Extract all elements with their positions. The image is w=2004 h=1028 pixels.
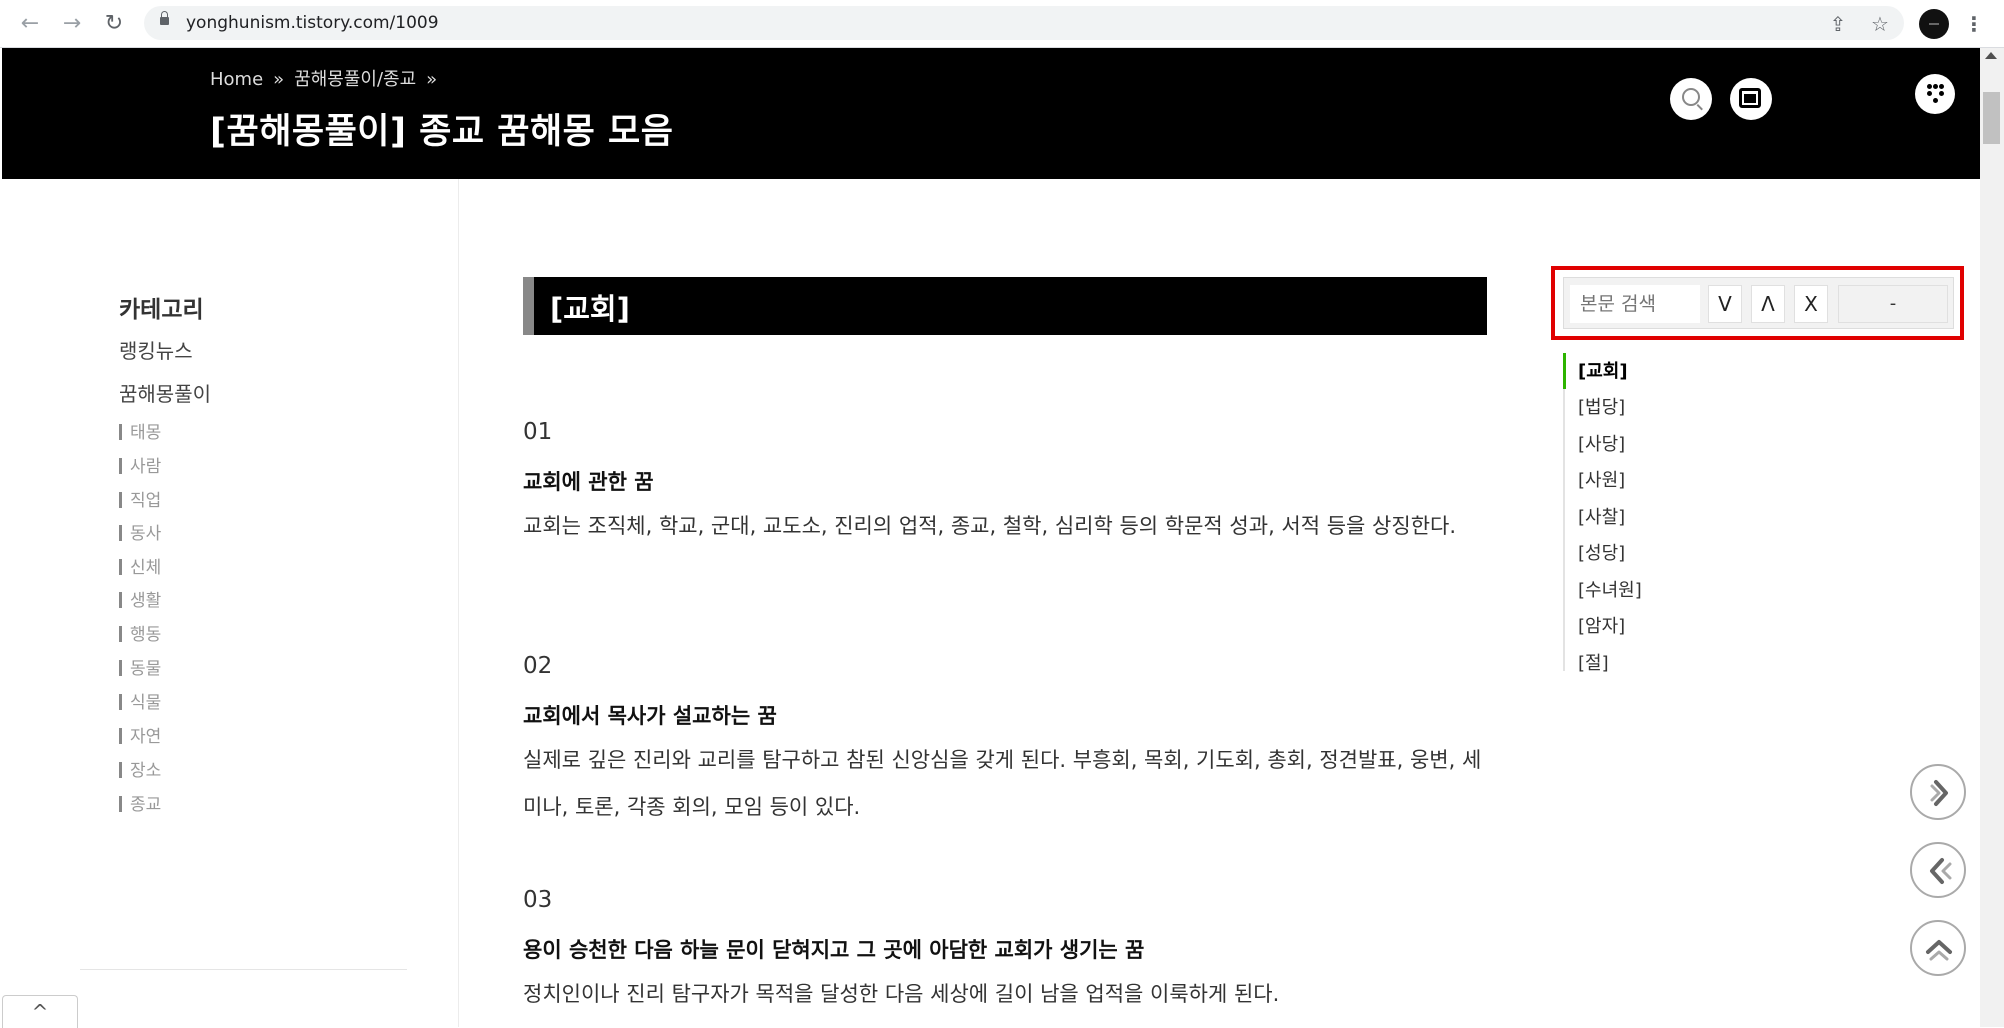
chevron-right-icon <box>1930 780 1948 806</box>
item-body: 교회는 조직체, 학교, 군대, 교도소, 진리의 업적, 종교, 철학, 심리… <box>523 514 1457 538</box>
toc-item[interactable]: [법당] <box>1578 393 1625 419</box>
double-chevron-left-icon <box>1930 858 1952 884</box>
item-title: 용이 승천한 다음 하늘 문이 닫혀지고 그 곳에 아담한 교회가 생기는 꿈 <box>523 938 1145 962</box>
search-result-count: - <box>1838 285 1948 323</box>
dot-icon <box>1933 84 1938 89</box>
section-heading-text: [교회] <box>550 292 630 326</box>
breadcrumb-category[interactable]: 꿈해몽풀이/종교 <box>294 69 416 90</box>
item-number: 02 <box>523 653 553 679</box>
dot-icon <box>1939 91 1944 96</box>
back-arrow-icon[interactable]: ← <box>16 10 44 38</box>
subcategory-item[interactable]: 사람 <box>119 452 161 477</box>
toc-item[interactable]: [사찰] <box>1578 503 1625 529</box>
category-item[interactable]: 꿈해몽풀이 <box>119 378 211 407</box>
subcategory-item[interactable]: 생활 <box>119 586 161 611</box>
search-prev-button[interactable]: Λ <box>1751 285 1785 323</box>
category-heading: 카테고리 <box>119 297 204 323</box>
scrollbar-thumb[interactable] <box>1983 92 2000 144</box>
item-title: 교회에서 목사가 설교하는 꿈 <box>523 704 777 728</box>
item-body: 실제로 깊은 진리와 교리를 탐구하고 참된 신앙심을 갖게 된다. 부흥회, … <box>523 748 1482 819</box>
category-item[interactable]: 랭킹뉴스 <box>119 335 193 364</box>
toc-item[interactable]: [사원] <box>1578 466 1625 492</box>
subcategory-item[interactable]: 동물 <box>119 654 161 679</box>
sidebar-separator <box>80 969 407 970</box>
subcategory-item[interactable]: 동사 <box>119 519 161 544</box>
double-chevron-up-icon <box>1926 940 1952 961</box>
subcategory-item[interactable]: 태몽 <box>119 418 161 443</box>
header-search-button[interactable] <box>1670 78 1712 120</box>
search-close-button[interactable]: X <box>1794 285 1828 323</box>
scroll-to-top-button[interactable] <box>1910 920 1966 976</box>
item-number: 03 <box>523 887 553 913</box>
profile-avatar[interactable] <box>1919 9 1949 39</box>
subcategory-item[interactable]: 식물 <box>119 688 161 713</box>
collapse-toggle-button[interactable]: ^ <box>2 995 78 1028</box>
toc-rail <box>1563 353 1565 671</box>
share-icon[interactable]: ⇪ <box>1824 10 1852 38</box>
subcategory-item[interactable]: 행동 <box>119 620 161 645</box>
next-post-button[interactable] <box>1910 764 1966 820</box>
reload-icon[interactable]: ↻ <box>100 10 128 38</box>
toc-item[interactable]: [성당] <box>1578 539 1625 565</box>
item-number: 01 <box>523 419 553 445</box>
dot-icon <box>1933 98 1938 103</box>
item-title: 교회에 관한 꿈 <box>523 470 654 494</box>
toc-active-indicator <box>1563 353 1566 389</box>
breadcrumb-separator: » <box>426 69 438 90</box>
subcategory-item[interactable]: 종교 <box>119 790 161 815</box>
menu-dots-button[interactable] <box>1915 74 1955 114</box>
kebab-menu-icon[interactable]: ⋮ <box>1960 10 1988 38</box>
dot-icon <box>1939 84 1944 89</box>
toc-item[interactable]: [사당] <box>1578 430 1625 456</box>
item-body: 정치인이나 진리 탐구자가 목적을 달성한 다음 세상에 길이 남을 업적을 이… <box>523 982 1280 1006</box>
subcategory-item[interactable]: 장소 <box>119 756 161 781</box>
subcategory-item[interactable]: 신체 <box>119 553 161 578</box>
breadcrumb: Home » 꿈해몽풀이/종교 » <box>210 67 447 93</box>
toc-item[interactable]: [수녀원] <box>1578 576 1642 602</box>
dot-icon <box>1927 91 1932 96</box>
chevron-up-icon: ^ <box>31 1000 49 1024</box>
bookmark-star-icon[interactable]: ☆ <box>1866 10 1894 38</box>
page-title: [꿈해몽풀이] 종교 꿈해몽 모음 <box>210 112 674 152</box>
forward-arrow-icon[interactable]: → <box>58 10 86 38</box>
toc-item[interactable]: [절] <box>1578 649 1609 675</box>
scroll-up-arrow-icon[interactable] <box>1985 52 1997 59</box>
breadcrumb-home[interactable]: Home <box>210 69 263 90</box>
previous-post-button[interactable] <box>1910 842 1966 898</box>
window-icon <box>1739 88 1761 108</box>
search-icon <box>1682 88 1700 106</box>
sidebar-divider <box>458 179 459 1027</box>
dot-icon <box>1927 84 1932 89</box>
subcategory-item[interactable]: 직업 <box>119 486 161 511</box>
lock-icon <box>160 11 169 25</box>
toc-item[interactable]: [교회] <box>1578 357 1628 383</box>
section-heading: [교회] <box>523 277 1487 335</box>
page-scrollbar[interactable] <box>1980 48 2004 1027</box>
breadcrumb-separator: » <box>273 69 285 90</box>
subcategory-item[interactable]: 자연 <box>119 722 161 747</box>
toc-item[interactable]: [암자] <box>1578 612 1625 638</box>
url-text[interactable]: yonghunism.tistory.com/1009 <box>186 11 439 35</box>
search-next-button[interactable]: V <box>1708 285 1742 323</box>
toc-search-input[interactable] <box>1570 285 1700 323</box>
header-window-button[interactable] <box>1730 78 1772 120</box>
